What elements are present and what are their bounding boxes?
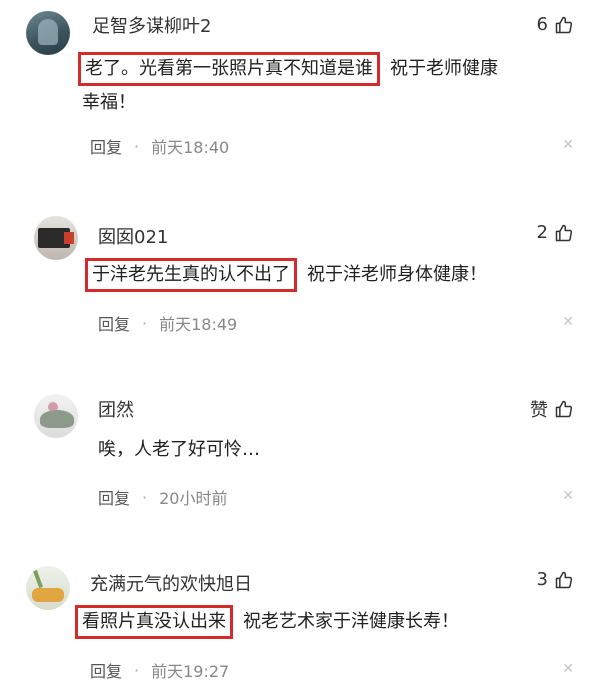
username[interactable]: 充满元气的欢快旭日 (90, 570, 252, 596)
timestamp: 前天18:49 (159, 315, 238, 334)
comment-text-rest: 祝老艺术家于洋健康长寿！ (243, 611, 459, 632)
comment-2: 囡囡021 2 于洋老先生真的认不出了 祝于洋老师身体健康！ 回复 · 前天18:… (0, 200, 600, 360)
like-count: 3 (536, 569, 548, 590)
comment-text-rest: 祝于洋老师身体健康！ (307, 264, 487, 285)
close-icon[interactable]: ✕ (562, 137, 574, 153)
close-icon[interactable]: ✕ (562, 314, 574, 330)
separator-dot: · (134, 136, 140, 156)
username[interactable]: 囡囡021 (98, 223, 168, 249)
comment-meta: 回复 · 20小时前 (98, 485, 227, 509)
comment-text-rest-2: 幸福！ (82, 92, 136, 113)
close-icon[interactable]: ✕ (562, 488, 574, 504)
reply-button[interactable]: 回复 (98, 485, 130, 509)
avatar[interactable] (34, 216, 78, 260)
reply-button[interactable]: 回复 (98, 311, 130, 335)
username[interactable]: 足智多谋柳叶2 (92, 12, 211, 38)
comment-3: 团然 赞 唉，人老了好可怜… 回复 · 20小时前 ✕ (0, 375, 600, 525)
avatar[interactable] (26, 11, 70, 55)
separator-dot: · (134, 660, 140, 680)
highlighted-text: 看照片真没认出来 (75, 605, 233, 639)
comment-text-rest: 祝于老师健康 (390, 58, 498, 79)
like-button[interactable]: 2 (537, 222, 574, 243)
like-label: 赞 (530, 400, 548, 421)
avatar[interactable] (26, 566, 70, 610)
like-count: 2 (536, 222, 548, 243)
comment-text: 老了。光看第一张照片真不知道是谁 祝于老师健康 幸福！ (78, 52, 578, 120)
username[interactable]: 团然 (98, 396, 134, 422)
timestamp: 前天19:27 (151, 662, 230, 681)
highlighted-text: 老了。光看第一张照片真不知道是谁 (78, 52, 380, 86)
comment-text: 唉，人老了好可怜… (98, 439, 260, 460)
comment-meta: 回复 · 前天19:27 (90, 658, 229, 682)
comment-meta: 回复 · 前天18:49 (98, 311, 237, 335)
like-button[interactable]: 赞 (530, 396, 574, 422)
avatar[interactable] (34, 394, 78, 438)
comment-text: 看照片真没认出来 祝老艺术家于洋健康长寿！ (75, 605, 585, 639)
timestamp: 20小时前 (159, 489, 228, 508)
reply-button[interactable]: 回复 (90, 134, 122, 158)
comment-text: 于洋老先生真的认不出了 祝于洋老师身体健康！ (85, 258, 585, 292)
thumbs-up-icon (555, 224, 573, 241)
separator-dot: · (142, 487, 148, 507)
like-button[interactable]: 6 (537, 14, 574, 35)
thumbs-up-icon (555, 16, 573, 33)
reply-button[interactable]: 回复 (90, 658, 122, 682)
thumbs-up-icon (555, 400, 573, 418)
like-count: 6 (536, 14, 548, 35)
comment-4: 充满元气的欢快旭日 3 看照片真没认出来 祝老艺术家于洋健康长寿！ 回复 · 前天… (0, 555, 600, 699)
comment-meta: 回复 · 前天18:40 (90, 134, 229, 158)
close-icon[interactable]: ✕ (562, 661, 574, 677)
like-button[interactable]: 3 (537, 569, 574, 590)
timestamp: 前天18:40 (151, 138, 230, 157)
separator-dot: · (142, 313, 148, 333)
highlighted-text: 于洋老先生真的认不出了 (85, 258, 297, 292)
thumbs-up-icon (555, 571, 573, 588)
comment-1: 足智多谋柳叶2 6 老了。光看第一张照片真不知道是谁 祝于老师健康 幸福！ 回复 … (0, 0, 600, 175)
